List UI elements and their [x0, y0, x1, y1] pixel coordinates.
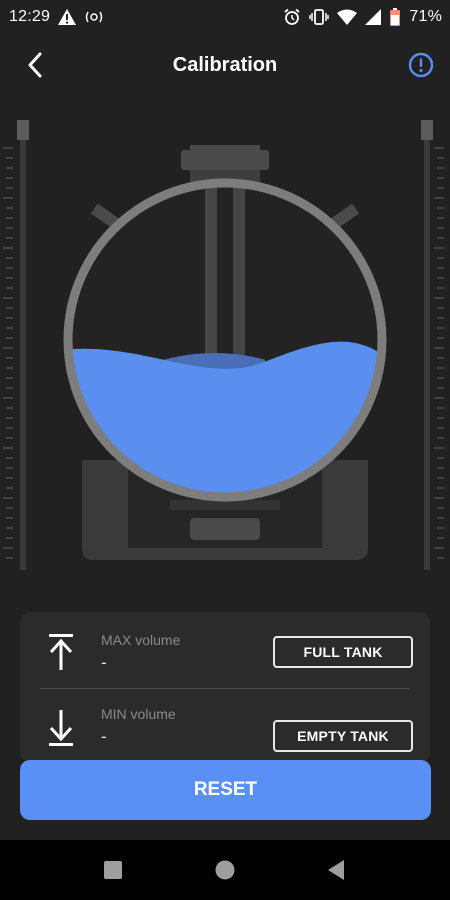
tank-illustration: [0, 112, 450, 582]
alarm-icon: [283, 8, 301, 26]
min-volume-value: -: [101, 727, 107, 746]
min-volume-label: MIN volume: [101, 706, 176, 722]
battery-percent: 71%: [409, 7, 442, 25]
home-circle-icon: [215, 860, 235, 880]
recent-apps-button[interactable]: [101, 858, 125, 882]
battery-icon: [389, 7, 401, 26]
status-time: 12:29: [9, 7, 51, 25]
app-header: Calibration: [0, 33, 450, 97]
max-volume-row: MAX volume - FULL TANK: [20, 620, 430, 690]
max-volume-value: -: [101, 653, 107, 672]
system-back-button[interactable]: [324, 858, 348, 882]
system-nav-bar: [0, 840, 450, 900]
vibrate-icon: [309, 8, 330, 25]
empty-tank-button[interactable]: EMPTY TANK: [273, 720, 413, 752]
home-button[interactable]: [213, 858, 237, 882]
info-icon: [408, 52, 434, 78]
arrow-up-to-line-icon: [49, 634, 73, 670]
controls-card: MAX volume - FULL TANK MIN volume - EMPT…: [20, 612, 430, 762]
back-button[interactable]: [20, 49, 50, 81]
nfc-icon: [84, 10, 104, 24]
signal-icon: [365, 8, 382, 25]
wifi-icon: [337, 9, 358, 25]
square-icon: [104, 861, 122, 879]
divider: [40, 688, 410, 689]
warning-icon: [58, 8, 77, 25]
status-bar: 12:29 71%: [0, 0, 450, 33]
left-scale: [3, 120, 29, 570]
arrow-down-to-line-icon: [49, 710, 73, 746]
back-triangle-icon: [328, 860, 344, 880]
max-volume-label: MAX volume: [101, 632, 181, 648]
right-scale: [421, 120, 444, 570]
page-title: Calibration: [172, 53, 278, 76]
info-button[interactable]: [407, 51, 435, 79]
chevron-left-icon: [28, 52, 42, 78]
min-volume-row: MIN volume - EMPTY TANK: [20, 694, 430, 764]
full-tank-button[interactable]: FULL TANK: [273, 636, 413, 668]
reset-button[interactable]: RESET: [20, 760, 431, 820]
